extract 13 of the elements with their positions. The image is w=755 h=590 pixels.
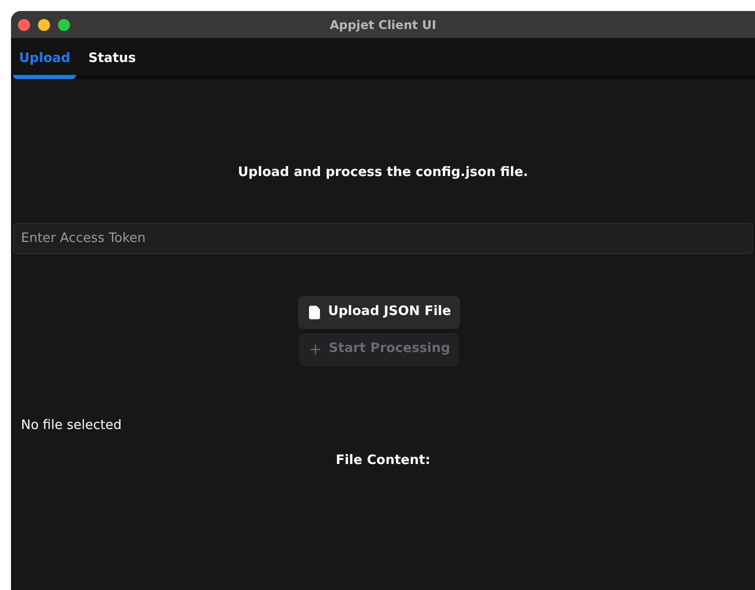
tab[interactable]: Status [82, 48, 142, 79]
tab[interactable]: Upload [13, 48, 76, 79]
maximize-window-icon[interactable] [58, 18, 70, 30]
upload-button[interactable]: Upload JSON File [298, 296, 460, 328]
minimize-window-icon[interactable] [38, 18, 50, 30]
file-content-label: File Content: [334, 452, 432, 470]
file-status-text: No file selected [20, 416, 123, 434]
file-icon [306, 304, 322, 320]
window-title: Appjet Client UI [330, 16, 436, 34]
heading-text: Upload and process the config.json file. [236, 164, 530, 182]
close-window-icon[interactable] [18, 18, 30, 30]
plus-icon [308, 342, 323, 356]
access-token-field[interactable]: Enter Access Token [13, 222, 753, 254]
